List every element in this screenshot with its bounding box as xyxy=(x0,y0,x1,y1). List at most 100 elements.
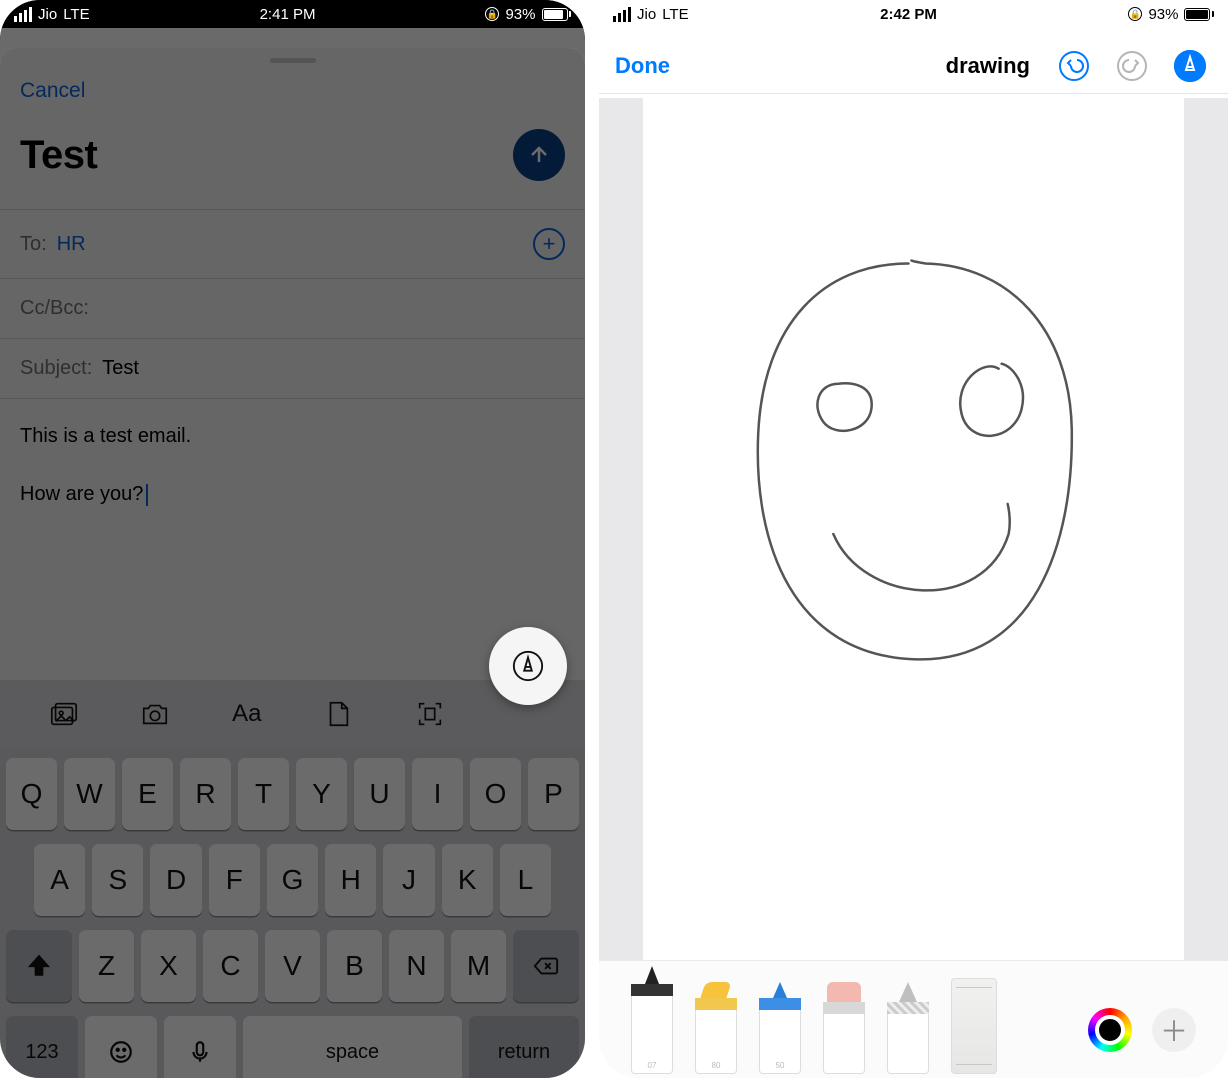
markup-button[interactable] xyxy=(489,627,567,705)
scan-icon xyxy=(415,699,445,729)
key-y[interactable]: Y xyxy=(296,758,347,830)
clock: 2:41 PM xyxy=(260,6,316,23)
clock: 2:42 PM xyxy=(880,6,937,23)
key-b[interactable]: B xyxy=(327,930,382,1002)
key-i[interactable]: I xyxy=(412,758,463,830)
scan-document-button[interactable] xyxy=(412,696,448,732)
document-title: drawing xyxy=(946,53,1030,79)
return-key[interactable]: return xyxy=(469,1016,579,1078)
markup-toggle-button[interactable] xyxy=(1174,50,1206,82)
keyboard-row: 123 space return xyxy=(6,1016,579,1078)
color-picker-button[interactable] xyxy=(1088,1008,1132,1052)
numbers-key[interactable]: 123 xyxy=(6,1016,78,1078)
mail-compose-screen: Jio LTE 2:41 PM 🔒 93% Cancel Test xyxy=(0,0,585,1078)
to-field[interactable]: To: HR + xyxy=(0,209,585,278)
space-key[interactable]: space xyxy=(243,1016,462,1078)
backspace-icon xyxy=(533,953,559,979)
eraser-tool[interactable] xyxy=(823,982,865,1074)
tool-label: 07 xyxy=(631,996,673,1074)
status-bar: Jio LTE 2:42 PM 🔒 93% xyxy=(599,0,1228,28)
key-g[interactable]: G xyxy=(267,844,318,916)
carrier-label: Jio xyxy=(38,6,57,23)
drawing-canvas[interactable] xyxy=(643,98,1184,960)
key-v[interactable]: V xyxy=(265,930,320,1002)
undo-button[interactable] xyxy=(1058,50,1090,82)
send-button[interactable] xyxy=(513,129,565,181)
key-n[interactable]: N xyxy=(389,930,444,1002)
text-cursor xyxy=(146,484,148,506)
battery-percent: 93% xyxy=(1148,6,1178,23)
key-x[interactable]: X xyxy=(141,930,196,1002)
key-h[interactable]: H xyxy=(325,844,376,916)
emoji-icon xyxy=(108,1039,134,1065)
ruler-tool[interactable] xyxy=(951,978,997,1074)
key-s[interactable]: S xyxy=(92,844,143,916)
add-shape-button[interactable]: ＋ xyxy=(1152,1008,1196,1052)
key-j[interactable]: J xyxy=(383,844,434,916)
backspace-key[interactable] xyxy=(513,930,579,1002)
redo-button xyxy=(1116,50,1148,82)
shift-key[interactable] xyxy=(6,930,72,1002)
pencil-tool[interactable]: 50 xyxy=(759,982,801,1074)
photo-library-icon xyxy=(49,699,79,729)
to-value: HR xyxy=(57,233,86,256)
emoji-key[interactable] xyxy=(85,1016,157,1078)
key-e[interactable]: E xyxy=(122,758,173,830)
tool-label: 50 xyxy=(759,1010,801,1074)
highlighter-tool[interactable]: 80 xyxy=(695,982,737,1074)
key-k[interactable]: K xyxy=(442,844,493,916)
markup-drawing-screen: Jio LTE 2:42 PM 🔒 93% Done drawing xyxy=(599,0,1228,1078)
key-t[interactable]: T xyxy=(238,758,289,830)
done-button[interactable]: Done xyxy=(615,53,670,79)
lasso-tool[interactable] xyxy=(887,982,929,1074)
tool-label: 80 xyxy=(695,1010,737,1074)
attach-document-button[interactable] xyxy=(320,696,356,732)
rotation-lock-icon: 🔒 xyxy=(1128,7,1142,21)
markup-icon xyxy=(511,649,545,683)
shift-icon xyxy=(26,953,52,979)
key-a[interactable]: A xyxy=(34,844,85,916)
undo-icon xyxy=(1058,50,1090,82)
compose-title: Test xyxy=(20,133,97,178)
cancel-button[interactable]: Cancel xyxy=(20,79,85,103)
key-l[interactable]: L xyxy=(500,844,551,916)
keyboard-row: Q W E R T Y U I O P xyxy=(6,758,579,830)
key-d[interactable]: D xyxy=(150,844,201,916)
pen-tip-icon xyxy=(1174,50,1206,82)
text-format-button[interactable]: Aa xyxy=(229,696,265,732)
subject-label: Subject: xyxy=(20,357,92,380)
key-z[interactable]: Z xyxy=(79,930,134,1002)
key-o[interactable]: O xyxy=(470,758,521,830)
microphone-icon xyxy=(187,1039,213,1065)
key-f[interactable]: F xyxy=(209,844,260,916)
signal-icon xyxy=(613,7,631,22)
canvas-area xyxy=(599,98,1228,960)
cc-bcc-field[interactable]: Cc/Bcc: xyxy=(0,278,585,338)
network-label: LTE xyxy=(63,6,89,23)
dictation-key[interactable] xyxy=(164,1016,236,1078)
key-u[interactable]: U xyxy=(354,758,405,830)
email-body[interactable]: This is a test email. How are you? xyxy=(0,398,585,531)
photo-library-button[interactable] xyxy=(46,696,82,732)
subject-field[interactable]: Subject: Test xyxy=(0,338,585,398)
carrier-label: Jio xyxy=(637,6,656,23)
keyboard-row: Z X C V B N M xyxy=(6,930,579,1002)
cc-bcc-label: Cc/Bcc: xyxy=(20,297,89,320)
key-c[interactable]: C xyxy=(203,930,258,1002)
rotation-lock-icon: 🔒 xyxy=(485,7,499,21)
status-bar: Jio LTE 2:41 PM 🔒 93% xyxy=(0,0,585,28)
key-r[interactable]: R xyxy=(180,758,231,830)
pen-tool[interactable]: 07 xyxy=(631,966,673,1074)
key-q[interactable]: Q xyxy=(6,758,57,830)
key-m[interactable]: M xyxy=(451,930,506,1002)
sheet-grabber[interactable] xyxy=(270,58,316,63)
add-recipient-button[interactable]: + xyxy=(533,228,565,260)
battery-percent: 93% xyxy=(505,6,535,23)
keyboard: Q W E R T Y U I O P A S D F G H xyxy=(0,748,585,1078)
key-p[interactable]: P xyxy=(528,758,579,830)
key-w[interactable]: W xyxy=(64,758,115,830)
highlighter-tip-icon xyxy=(700,982,731,998)
camera-button[interactable] xyxy=(137,696,173,732)
lasso-tip-icon xyxy=(899,982,917,1002)
battery-icon xyxy=(542,8,572,21)
